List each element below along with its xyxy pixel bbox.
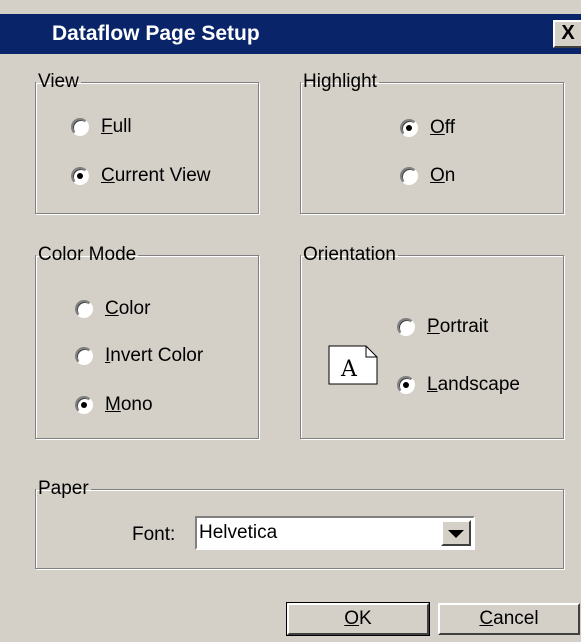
invert-color-radio[interactable]: Invert Color	[75, 345, 203, 367]
landscape-radio[interactable]: Landscape	[397, 374, 520, 396]
highlight-group: Highlight	[300, 72, 564, 214]
highlight-on-label: On	[430, 165, 456, 186]
dropdown-arrow-icon[interactable]	[441, 520, 471, 546]
view-legend: View	[38, 71, 79, 92]
landscape-label: Landscape	[427, 374, 520, 395]
view-current-label: Current View	[101, 165, 211, 186]
radio-button-icon[interactable]	[71, 118, 89, 136]
highlight-on-radio[interactable]: On	[400, 165, 455, 187]
view-full-label: Full	[101, 116, 132, 137]
portrait-label: Portrait	[427, 316, 489, 337]
radio-button-icon[interactable]	[71, 167, 89, 185]
page-icon-letter: A	[340, 357, 358, 382]
page-setup-dialog: Dataflow Page Setup X View Full Current …	[0, 0, 581, 642]
font-select-value: Helvetica	[199, 522, 278, 543]
portrait-radio[interactable]: Portrait	[397, 316, 488, 338]
close-button[interactable]: X	[553, 20, 581, 48]
window-title: Dataflow Page Setup	[52, 22, 260, 45]
cancel-button[interactable]: Cancel	[438, 603, 580, 635]
radio-button-icon[interactable]	[397, 318, 415, 336]
font-select[interactable]: Helvetica	[195, 516, 475, 550]
radio-button-icon[interactable]	[75, 347, 93, 365]
page-orientation-icon: A	[328, 345, 378, 385]
font-label: Font:	[132, 524, 176, 545]
ok-label: K	[359, 608, 372, 629]
color-label: Color	[105, 298, 151, 319]
radio-button-icon[interactable]	[75, 396, 93, 414]
orientation-legend: Orientation	[303, 244, 396, 265]
invert-color-label: Invert Color	[105, 345, 204, 366]
orientation-group: Orientation A	[300, 245, 564, 439]
view-group: View	[35, 72, 259, 214]
view-full-radio[interactable]: Full	[71, 116, 132, 138]
highlight-legend: Highlight	[303, 71, 377, 92]
radio-button-icon[interactable]	[400, 119, 418, 137]
mono-radio[interactable]: Mono	[75, 394, 153, 416]
radio-button-icon[interactable]	[400, 167, 418, 185]
color-radio[interactable]: Color	[75, 298, 150, 320]
color-mode-legend: Color Mode	[38, 244, 137, 265]
radio-button-icon[interactable]	[397, 376, 415, 394]
cancel-mnemonic: C	[479, 608, 494, 629]
paper-legend: Paper	[38, 478, 89, 499]
highlight-off-radio[interactable]: Off	[400, 117, 455, 139]
view-current-radio[interactable]: Current View	[71, 165, 211, 187]
mono-label: Mono	[105, 394, 153, 415]
ok-mnemonic: O	[344, 608, 360, 629]
ok-button[interactable]: OK	[286, 602, 430, 636]
radio-button-icon[interactable]	[75, 300, 93, 318]
title-bar[interactable]: Dataflow Page Setup X	[0, 14, 581, 54]
highlight-off-label: Off	[430, 117, 455, 138]
cancel-label: ancel	[493, 608, 539, 629]
